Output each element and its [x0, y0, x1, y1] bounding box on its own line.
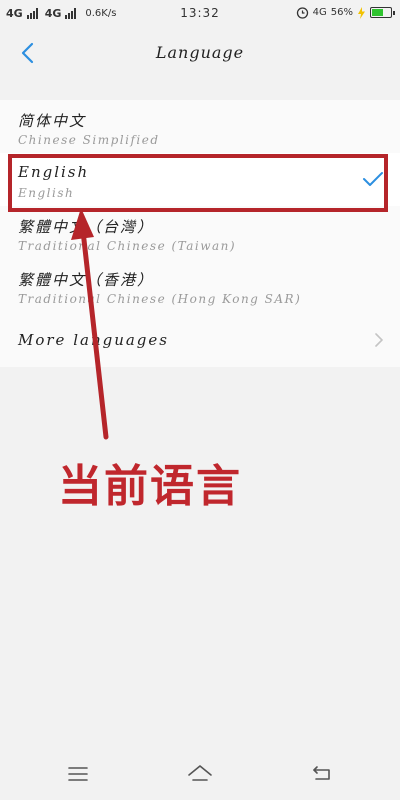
annotation-label: 当前语言: [58, 461, 242, 512]
charging-icon: [358, 6, 365, 19]
language-english-name: Chinese Simplified: [18, 133, 160, 147]
language-native-name: 简体中文: [18, 112, 87, 130]
volte-label: 4G: [312, 7, 327, 18]
more-languages-label: More languages: [18, 331, 169, 349]
language-native-name: 繁體中文（香港）: [18, 271, 155, 289]
back-icon[interactable]: [308, 761, 336, 787]
language-native-name: 繁體中文（台灣）: [18, 218, 155, 236]
menu-icon[interactable]: [64, 761, 92, 787]
language-item-chinese-simplified[interactable]: 简体中文 Chinese Simplified: [0, 100, 400, 153]
home-icon[interactable]: [186, 761, 214, 787]
battery-percent: 56%: [330, 7, 353, 18]
page-title: Language: [155, 43, 245, 62]
alarm-icon: [296, 7, 308, 19]
language-item-traditional-taiwan[interactable]: 繁體中文（台灣） Traditional Chinese (Taiwan): [0, 206, 400, 259]
language-english-name: Traditional Chinese (Taiwan): [18, 239, 237, 253]
status-bar: 4G 4G 0.6K/s 13:32 4G 56%: [0, 0, 400, 28]
chevron-right-icon: [375, 333, 383, 347]
language-list: 简体中文 Chinese Simplified English English …: [0, 100, 400, 367]
current-language-highlight-box: [8, 154, 388, 212]
header: Language: [0, 28, 400, 80]
nav-bar: [0, 748, 400, 800]
status-right: 4G 56%: [296, 6, 395, 19]
language-item-traditional-hongkong[interactable]: 繁體中文（香港） Traditional Chinese (Hong Kong …: [0, 259, 400, 312]
language-english-name: Traditional Chinese (Hong Kong SAR): [18, 292, 302, 306]
more-languages-item[interactable]: More languages: [0, 314, 400, 367]
battery-icon: [370, 7, 395, 18]
